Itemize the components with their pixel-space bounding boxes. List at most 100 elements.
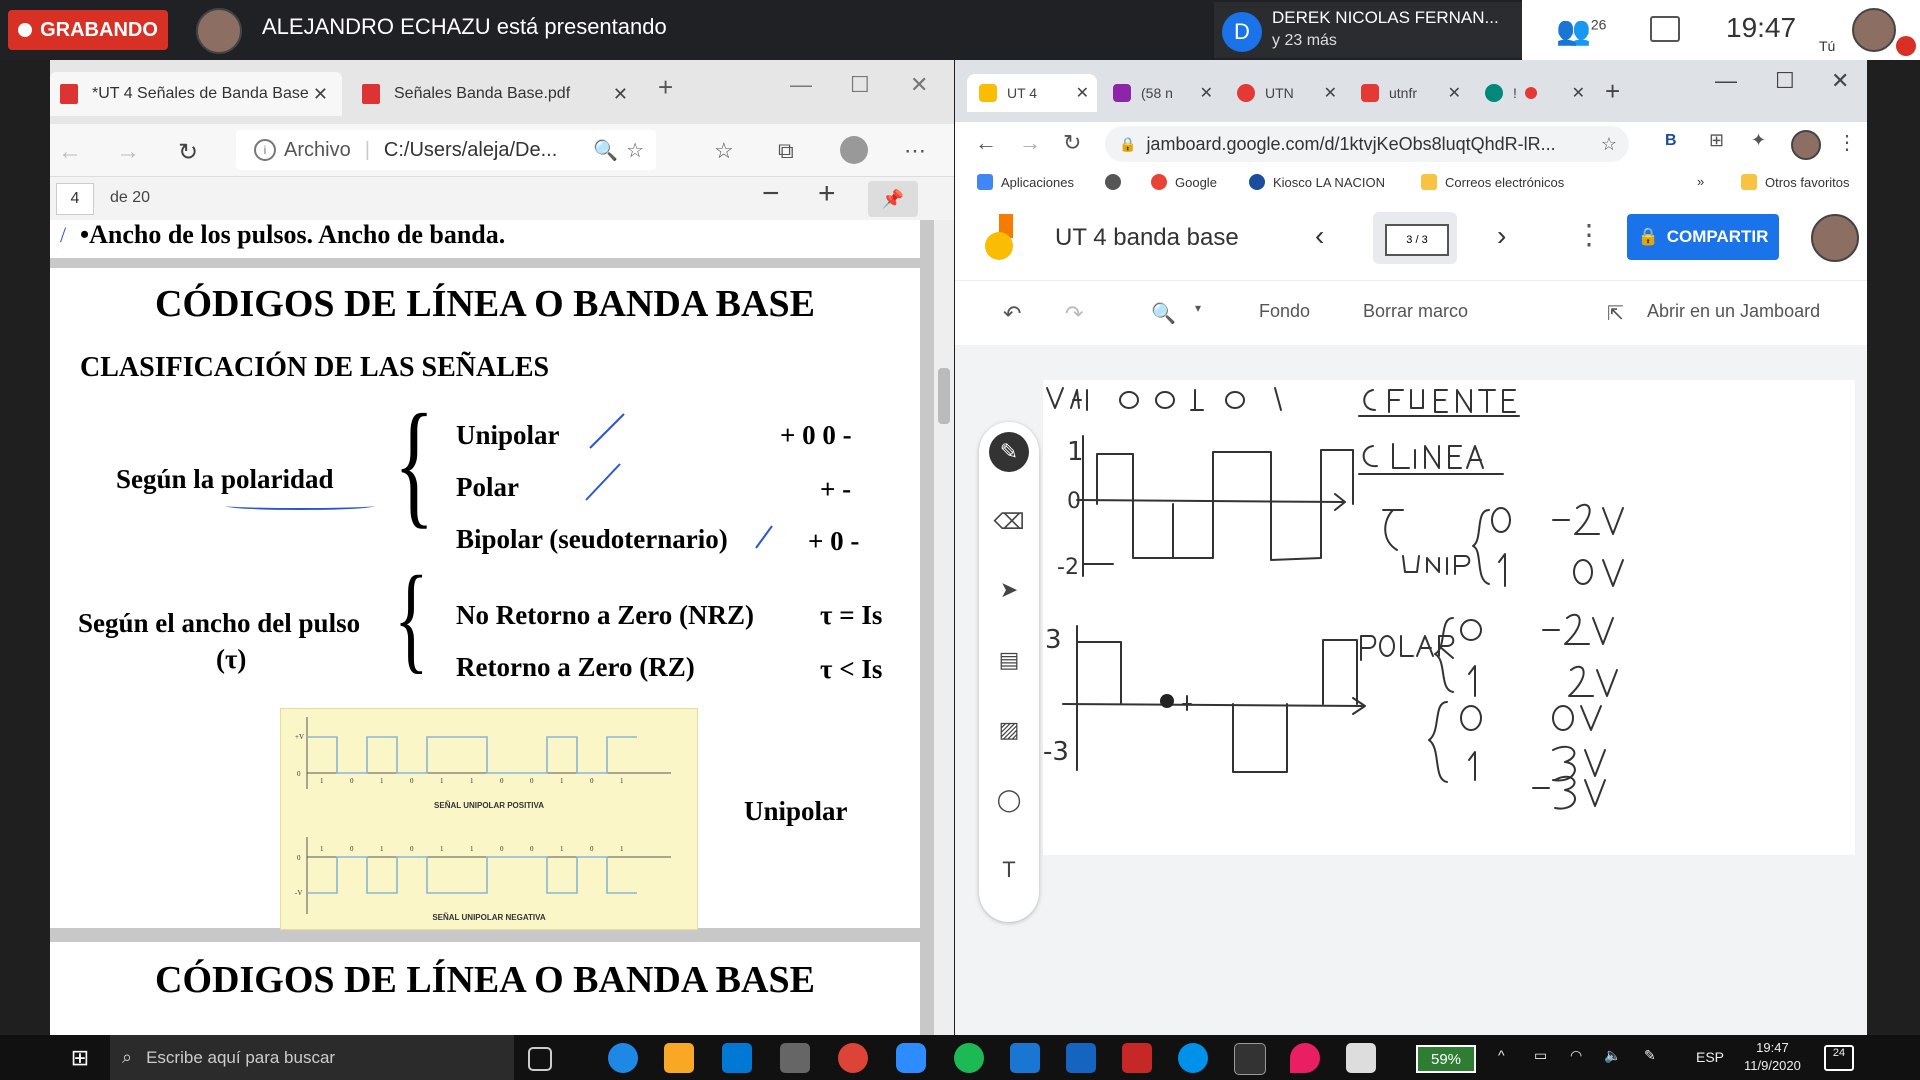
self-avatar[interactable] [1852, 8, 1896, 52]
address-bar[interactable]: i Archivo | C:/Users/aleja/De... 🔍 ☆ [236, 130, 656, 170]
whatsapp-icon[interactable] [1178, 1043, 1208, 1073]
favorites-icon[interactable]: ☆ [714, 138, 734, 164]
chrome-tab-2[interactable]: (58 n ✕ [1101, 74, 1221, 112]
frame-selector[interactable]: 3 / 3 [1373, 212, 1457, 264]
jam-canvas[interactable]: 1 0 -2 3 -3 [1043, 380, 1855, 855]
zoom-dropdown-icon[interactable]: ▾ [1195, 301, 1201, 315]
battery-indicator[interactable]: 59% [1416, 1045, 1476, 1073]
zoom-out-button[interactable]: − [762, 177, 780, 211]
maximize-icon[interactable]: ☐ [1775, 68, 1795, 94]
volume-icon[interactable]: 🔈 [1604, 1047, 1621, 1064]
language-indicator[interactable]: ESP [1696, 1049, 1724, 1065]
maximize-icon[interactable]: ☐ [850, 72, 870, 98]
pdf-viewer[interactable]: / •Ancho de los pulsos. Ancho de banda. … [50, 220, 934, 1035]
jam-title[interactable]: UT 4 banda base [1055, 224, 1239, 252]
close-tab-icon[interactable]: ✕ [613, 84, 628, 105]
participants-button[interactable]: 👥26 [1556, 14, 1606, 47]
back-icon[interactable]: ← [58, 138, 82, 166]
collections-icon[interactable]: ⧉ [778, 138, 794, 164]
filezilla-icon[interactable] [1122, 1043, 1152, 1073]
task-view-icon[interactable] [528, 1047, 552, 1071]
background-button[interactable]: Fondo [1259, 301, 1310, 322]
close-tab-icon[interactable]: ✕ [1324, 83, 1337, 103]
address-bar[interactable]: 🔒 jamboard.google.com/d/1ktvjKeObs8luqtQ… [1105, 126, 1629, 162]
redo-icon[interactable]: ↷ [1065, 301, 1083, 327]
chrome-tab-4[interactable]: utnfr ✕ [1349, 74, 1469, 112]
puzzle-icon[interactable]: ✦ [1751, 130, 1766, 151]
page-number-input[interactable]: 4 [56, 183, 94, 215]
notifications-icon[interactable]: 24 [1824, 1045, 1854, 1071]
zoom-in-button[interactable]: + [818, 177, 836, 211]
bookmark-globe[interactable] [1105, 174, 1121, 190]
clear-frame-button[interactable]: Borrar marco [1363, 301, 1468, 322]
image-icon[interactable]: ▨ [989, 710, 1029, 750]
close-window-icon[interactable]: ✕ [1831, 68, 1849, 94]
edge-app-icon[interactable] [608, 1043, 638, 1073]
more-icon[interactable]: ⋯ [904, 138, 926, 164]
extension-icon[interactable]: B [1665, 132, 1677, 150]
eraser-icon[interactable]: ⌫ [989, 502, 1029, 542]
refresh-icon[interactable]: ↻ [1063, 130, 1081, 156]
new-tab-icon[interactable]: + [1605, 76, 1620, 107]
close-tab-icon[interactable]: ✕ [1200, 83, 1213, 103]
close-tab-icon[interactable]: ✕ [1448, 83, 1461, 103]
battery-icon[interactable]: ▭ [1534, 1047, 1547, 1064]
close-tab-icon[interactable]: ✕ [313, 84, 328, 105]
open-in-jamboard-icon[interactable]: ⇱ [1607, 301, 1624, 326]
new-tab-icon[interactable]: + [658, 72, 673, 103]
back-icon[interactable]: ← [975, 130, 997, 156]
bookmark-star-icon[interactable]: ☆ [1601, 134, 1617, 155]
bookmark-kiosco[interactable]: Kiosco LA NACION [1249, 174, 1385, 190]
pin-icon[interactable]: 📌 [868, 181, 918, 217]
mail-app-icon[interactable] [1066, 1043, 1096, 1073]
minimize-icon[interactable]: — [790, 72, 812, 98]
refresh-icon[interactable]: ↻ [178, 138, 198, 167]
profile-icon[interactable] [840, 136, 868, 164]
close-tab-icon[interactable]: ✕ [1572, 83, 1585, 103]
bookmark-google[interactable]: Google [1151, 174, 1217, 190]
sticky-note-icon[interactable]: ▤ [989, 640, 1029, 680]
chat-icon[interactable] [1650, 16, 1680, 42]
taskbar-search[interactable]: ⌕ Escribe aquí para buscar [110, 1035, 514, 1080]
profile-icon[interactable] [1791, 130, 1821, 160]
text-box-icon[interactable]: T [989, 850, 1029, 890]
chrome-app-icon[interactable] [838, 1043, 868, 1073]
favorite-star-icon[interactable]: ☆ [626, 138, 644, 163]
bookmarks-overflow[interactable]: » [1697, 174, 1704, 189]
chrome-tab-3[interactable]: UTN ✕ [1225, 74, 1345, 112]
pdf-scrollbar[interactable] [934, 220, 954, 1035]
edge-tab-2[interactable]: Señales Banda Base.pdf ✕ [352, 72, 642, 116]
close-window-icon[interactable]: ✕ [910, 72, 928, 98]
zoom-app-icon[interactable] [896, 1043, 926, 1073]
windows-start-icon[interactable]: ⊞ [56, 1035, 104, 1080]
more-icon[interactable]: ⋮ [1837, 130, 1857, 155]
bookmark-apps[interactable]: Aplicaciones [977, 174, 1074, 190]
chrome-tab-5[interactable]: ! ✕ [1473, 74, 1593, 112]
scroll-thumb[interactable] [938, 368, 950, 424]
taskbar-clock[interactable]: 19:47 11/9/2020 [1744, 1039, 1801, 1075]
spotify-icon[interactable] [954, 1043, 984, 1073]
drop-app-icon[interactable] [1290, 1043, 1320, 1073]
participant-tile[interactable]: D DEREK NICOLAS FERNAN... y 23 más [1214, 2, 1522, 58]
pen-tool-icon[interactable]: ✎ [989, 432, 1029, 472]
select-arrow-icon[interactable]: ➤ [989, 570, 1029, 610]
file-explorer-icon[interactable] [664, 1043, 694, 1073]
terminal-icon[interactable] [1234, 1043, 1266, 1075]
pen-icon[interactable]: ✎ [1644, 1047, 1656, 1064]
minimize-icon[interactable]: — [1715, 68, 1737, 94]
forward-icon[interactable]: → [116, 138, 140, 166]
open-in-jamboard-button[interactable]: Abrir en un Jamboard [1647, 301, 1820, 322]
l-app-icon[interactable] [1010, 1043, 1040, 1073]
close-tab-icon[interactable]: ✕ [1076, 83, 1089, 103]
account-avatar[interactable] [1811, 214, 1859, 262]
share-button[interactable]: 🔒 COMPARTIR [1627, 214, 1779, 260]
grid-extension-icon[interactable]: ⊞ [1709, 130, 1724, 151]
edge-tab-1[interactable]: *UT 4 Señales de Banda Base ✕ [50, 72, 342, 116]
next-frame-icon[interactable]: › [1497, 220, 1506, 252]
app-icon[interactable] [780, 1043, 810, 1073]
bookmark-correos[interactable]: Correos electrónicos [1421, 174, 1564, 190]
wifi-icon[interactable]: ◠ [1570, 1047, 1582, 1064]
previous-frame-icon[interactable]: ‹ [1315, 220, 1324, 252]
tray-chevron-icon[interactable]: ^ [1498, 1047, 1505, 1063]
forward-icon[interactable]: → [1019, 130, 1041, 156]
